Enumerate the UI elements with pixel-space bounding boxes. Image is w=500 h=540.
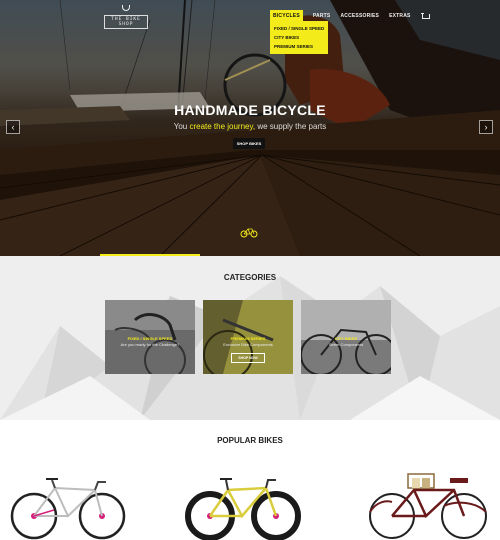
- category-desc: Street Components: [328, 342, 364, 347]
- hero-slider: THE BIKE SHOP BICYCLES PARTS ACCESSORIES…: [0, 0, 500, 256]
- category-desc: Are you ready for the Challenge?: [120, 342, 180, 347]
- bike-icon: [240, 228, 258, 238]
- categories-title: CATEGORIES: [223, 273, 277, 282]
- hero-subtitle-suffix: we supply the parts: [255, 122, 327, 131]
- product-fixie-bike-image[interactable]: [10, 472, 130, 540]
- popular-bikes-section: POPULAR BIKES: [0, 420, 500, 540]
- category-label: FIXED / SINGLE SPEED: [127, 336, 173, 341]
- dropdown-item-premium-series[interactable]: PREMIUM SERIES: [274, 42, 324, 51]
- logo-text: THE BIKE SHOP: [104, 15, 148, 29]
- category-card-fixed-single-speed[interactable]: FIXED / SINGLE SPEED Are you ready for t…: [105, 300, 195, 374]
- site-logo[interactable]: THE BIKE SHOP: [104, 5, 148, 29]
- category-card-city-bikes[interactable]: CITY BIKES Street Components: [301, 300, 391, 374]
- product-fat-bike-image[interactable]: [184, 472, 304, 540]
- chevron-left-icon[interactable]: ‹: [6, 120, 20, 134]
- category-desc: Exclusive Bike Components: [223, 342, 273, 347]
- bicycles-dropdown-menu: FIXED / SINGLE SPEED CITY BIKES PREMIUM …: [270, 21, 328, 54]
- chevron-right-icon[interactable]: ›: [479, 120, 493, 134]
- hero-subtitle-highlight: create the journey,: [189, 122, 256, 131]
- product-city-bike-image[interactable]: [366, 472, 490, 540]
- shop-bikes-button[interactable]: SHOP BIKES: [233, 138, 265, 149]
- dropdown-item-fixed-single-speed[interactable]: FIXED / SINGLE SPEED: [274, 24, 324, 33]
- hero-title: HANDMADE BICYCLE: [174, 102, 326, 118]
- cart-icon[interactable]: [420, 12, 430, 20]
- nav-item-parts[interactable]: PARTS: [313, 13, 331, 19]
- shop-now-button[interactable]: SHOP NOW: [231, 353, 265, 363]
- category-label: CITY BIKES: [334, 336, 358, 341]
- hero-subtitle: You create the journey, we supply the pa…: [0, 122, 500, 131]
- logo-icon: [122, 5, 130, 11]
- nav-item-accessories[interactable]: ACCESSORIES: [340, 13, 379, 19]
- hero-subtitle-prefix: You: [173, 122, 190, 131]
- category-label: PREMIUM SERIES: [230, 336, 266, 341]
- dropdown-item-city-bikes[interactable]: CITY BIKES: [274, 33, 324, 42]
- categories-section: CATEGORIES FIXED / SINGLE SPEED Are you …: [0, 256, 500, 420]
- popular-bikes-title: POPULAR BIKES: [217, 436, 283, 445]
- nav-item-extras[interactable]: EXTRAS: [389, 13, 410, 19]
- category-card-premium-series[interactable]: PREMIUM SERIES Exclusive Bike Components…: [203, 300, 293, 374]
